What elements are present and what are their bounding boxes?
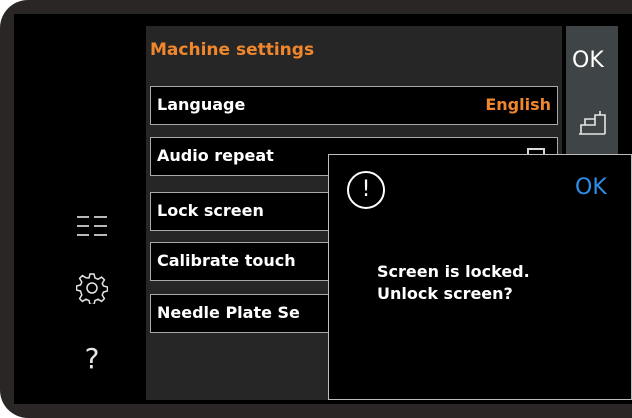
dialog-message-line2: Unlock screen? bbox=[377, 284, 513, 303]
row-label: Language bbox=[157, 95, 246, 114]
dialog-message: Screen is locked. Unlock screen? bbox=[377, 261, 530, 305]
page-title: Machine settings bbox=[150, 40, 315, 60]
warning-icon: ! bbox=[347, 171, 385, 209]
touch-screen: ? Machine settings Language English Audi… bbox=[14, 14, 632, 404]
gear-icon[interactable] bbox=[74, 270, 110, 306]
help-icon[interactable]: ? bbox=[74, 341, 110, 377]
list-icon[interactable] bbox=[74, 208, 110, 244]
row-label: Lock screen bbox=[157, 201, 264, 220]
sewing-machine-icon[interactable] bbox=[576, 110, 608, 140]
dialog-message-line1: Screen is locked. bbox=[377, 262, 530, 281]
row-value: English bbox=[485, 95, 551, 114]
left-sidebar: ? bbox=[14, 14, 146, 404]
setting-row-language[interactable]: Language English bbox=[150, 86, 558, 125]
row-label: Needle Plate Se bbox=[157, 303, 300, 322]
device-bezel: ? Machine settings Language English Audi… bbox=[0, 0, 632, 418]
row-label: Calibrate touch bbox=[157, 251, 296, 270]
lock-screen-dialog: ! OK Screen is locked. Unlock screen? bbox=[328, 154, 632, 400]
dialog-ok-button[interactable]: OK bbox=[575, 175, 607, 200]
row-label: Audio repeat bbox=[157, 146, 274, 165]
ok-button[interactable]: OK bbox=[572, 48, 604, 73]
